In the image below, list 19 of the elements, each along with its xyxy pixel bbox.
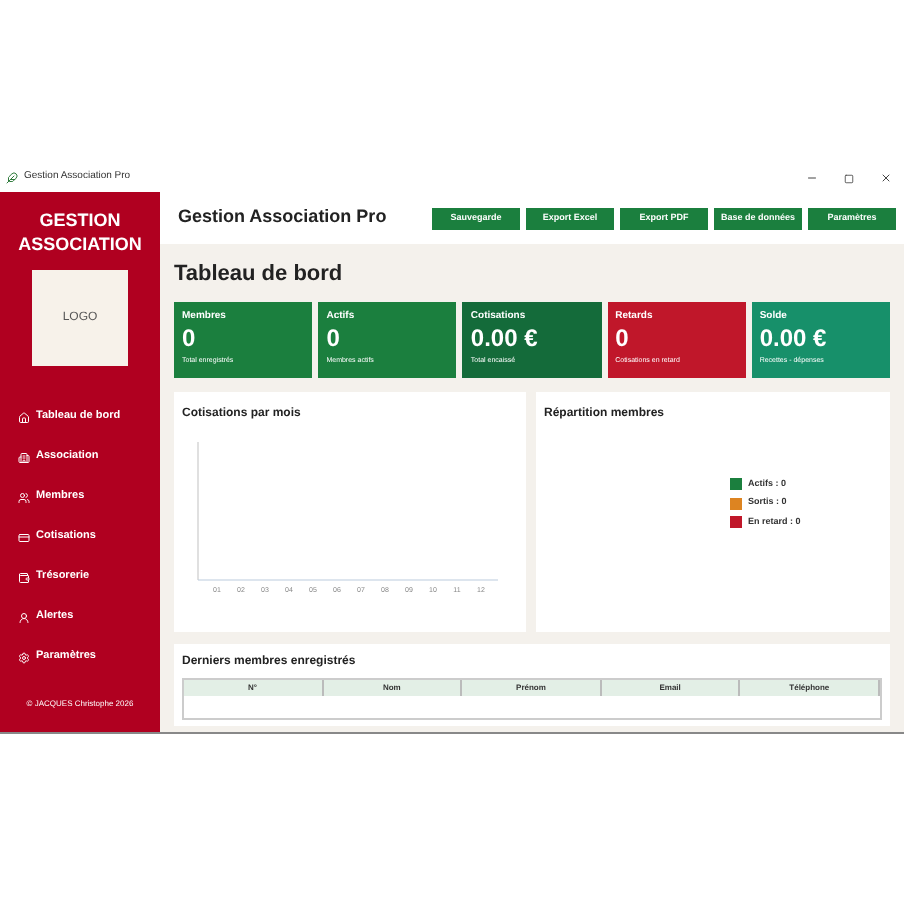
minimize-icon[interactable]	[806, 172, 818, 184]
settings-icon	[18, 651, 30, 663]
person-icon	[18, 611, 30, 623]
card-icon	[18, 531, 30, 543]
brand-title: GESTION ASSOCIATION	[16, 208, 144, 256]
wallet-icon	[18, 571, 30, 583]
page-title: Tableau de bord	[174, 260, 345, 290]
home-icon	[18, 411, 30, 423]
feather-icon	[6, 172, 18, 184]
stat-value: 0	[326, 324, 342, 352]
stat-value: 0.00 €	[759, 324, 829, 352]
close-icon[interactable]	[880, 172, 892, 184]
users-icon	[18, 491, 30, 503]
building-icon	[18, 451, 30, 463]
stat-value: 0	[615, 324, 631, 352]
stat-value: 0	[182, 324, 198, 352]
maximize-icon[interactable]	[844, 173, 854, 183]
app-title: Gestion Association Pro	[178, 204, 387, 231]
stat-value: 0.00 €	[470, 324, 540, 352]
